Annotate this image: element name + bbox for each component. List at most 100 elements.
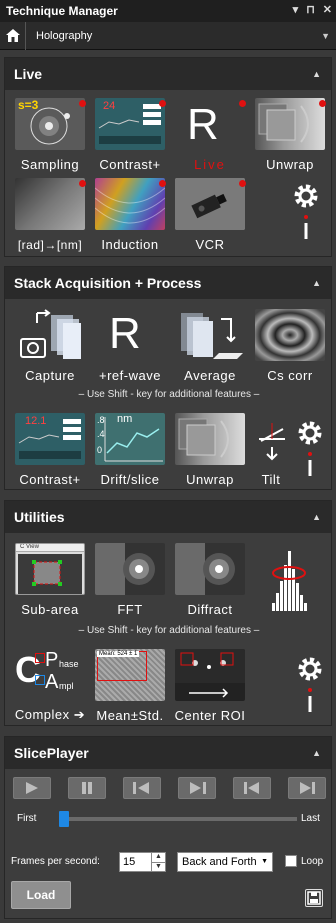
center-roi-button[interactable]: Center ROI — [171, 647, 249, 725]
fft-button[interactable]: FFT — [91, 541, 169, 619]
stack-contrast-button[interactable]: 12.1 Contrast+ — [11, 411, 89, 489]
fft-thumbnail — [95, 543, 165, 595]
live-title: Live — [14, 66, 43, 82]
stack-settings-button[interactable] — [291, 419, 329, 497]
tilt-icon — [259, 423, 285, 461]
stack-contrast-label: Contrast+ — [19, 472, 81, 487]
playback-mode-select[interactable]: Back and Forth ▼ — [177, 852, 273, 872]
fps-stepper[interactable]: 15 ▲ ▼ — [119, 852, 166, 872]
utilities-settings-button[interactable] — [291, 655, 329, 733]
sampling-button[interactable]: s=3 Sampling — [11, 96, 89, 174]
load-label: Load — [26, 888, 56, 902]
slice-slider-thumb[interactable] — [59, 811, 69, 827]
collapse-icon[interactable]: ▲ — [312, 278, 321, 288]
collapse-icon[interactable]: ▲ — [312, 748, 321, 758]
last-label: Last — [301, 813, 320, 824]
live-indicator-dot — [239, 100, 246, 107]
mean-std-button[interactable]: Mean: 524 ± 1 Mean±Std. — [91, 647, 169, 725]
mean-std-overlay: Mean: 524 ± 1 — [97, 651, 140, 657]
stack-unwrap-label: Unwrap — [186, 472, 234, 487]
unwrap-button[interactable]: Unwrap — [251, 96, 329, 174]
go-last-button[interactable] — [288, 777, 326, 799]
sampling-overlay: s=3 — [18, 98, 39, 112]
pin-icon[interactable]: ⊓ — [306, 3, 315, 16]
unwrap-thumbnail — [255, 98, 325, 150]
average-button[interactable]: Average — [171, 307, 249, 385]
contrast-button[interactable]: 24 Contrast+ — [91, 96, 169, 174]
sliceplayer-panel: SlicePlayer ▲ First Last Frames per seco… — [4, 736, 332, 919]
loop-checkbox[interactable] — [285, 855, 297, 867]
utilities-title: Utilities — [14, 509, 65, 525]
gear-icon — [294, 184, 318, 208]
chevron-down-icon: ▼ — [261, 858, 268, 865]
mean-std-thumbnail: Mean: 524 ± 1 — [95, 649, 165, 701]
fft-label: FFT — [117, 602, 143, 617]
load-button[interactable]: Load — [11, 881, 71, 909]
histogram-button[interactable] — [251, 541, 329, 619]
induction-thumbnail — [95, 178, 165, 230]
sub-area-button[interactable]: C View Sub-area — [11, 541, 89, 619]
step-forward-button[interactable] — [178, 777, 216, 799]
sliceplayer-title: SlicePlayer — [14, 745, 89, 761]
play-button[interactable] — [13, 777, 51, 799]
breadcrumb-current[interactable]: Holography — [36, 30, 92, 42]
diffract-thumbnail — [175, 543, 245, 595]
vcr-thumbnail — [175, 178, 245, 230]
mean-std-label: Mean±Std. — [96, 708, 164, 723]
slice-slider-track[interactable] — [59, 811, 297, 827]
rad-to-nm-button[interactable]: [rad]→[nm] — [11, 176, 89, 254]
close-icon[interactable]: ✕ — [323, 3, 332, 16]
fps-label: Frames per second: — [11, 856, 100, 867]
live-indicator-dot — [239, 180, 246, 187]
capture-label: Capture — [25, 368, 75, 383]
live-reference-button[interactable]: R Live — [171, 96, 249, 174]
vcr-button[interactable]: VCR — [171, 176, 249, 254]
rad-to-nm-thumbnail — [15, 178, 85, 230]
fps-up-icon[interactable]: ▲ — [152, 853, 165, 863]
ref-wave-button[interactable]: R +ref-wave — [91, 307, 169, 385]
complex-ampl-text: mpl — [59, 681, 74, 691]
tilt-button[interactable]: Tilt — [251, 411, 291, 489]
fps-input[interactable]: 15 — [120, 853, 151, 871]
live-indicator-dot — [159, 100, 166, 107]
live-label: Live — [194, 157, 226, 172]
induction-button[interactable]: Induction — [91, 176, 169, 254]
live-indicator-dot — [159, 180, 166, 187]
breadcrumb-dropdown-icon[interactable]: ▼ — [321, 31, 330, 41]
home-icon — [5, 29, 20, 42]
sub-area-thumbnail: C View — [15, 543, 85, 595]
shift-key-hint: – Use Shift - key for additional feature… — [78, 389, 260, 400]
go-first-button[interactable] — [233, 777, 271, 799]
step-back-button[interactable] — [123, 777, 161, 799]
complex-p-letter: P — [45, 649, 59, 671]
complex-button[interactable]: C P hase A mpl Complex ➔ — [11, 647, 89, 725]
cs-corr-button[interactable]: Cs corr — [251, 307, 329, 385]
cs-corr-thumbnail — [255, 309, 325, 361]
shift-key-hint: – Use Shift - key for additional feature… — [78, 625, 260, 636]
utilities-header[interactable]: Utilities ▲ — [5, 501, 331, 533]
drift-tick-top: .8 — [97, 415, 105, 425]
collapse-icon[interactable]: ▲ — [312, 69, 321, 79]
menu-dropdown-icon[interactable]: ▾ — [293, 3, 299, 16]
center-roi-thumbnail — [175, 649, 245, 701]
pause-button[interactable] — [68, 777, 106, 799]
ref-wave-label: +ref-wave — [99, 368, 161, 383]
capture-button[interactable]: Capture — [11, 307, 89, 385]
window-titlebar: Technique Manager ▾ ⊓ ✕ — [0, 0, 336, 22]
fps-down-icon[interactable]: ▼ — [152, 863, 165, 872]
collapse-icon[interactable]: ▲ — [312, 512, 321, 522]
diffract-button[interactable]: Diffract — [171, 541, 249, 619]
save-icon — [307, 891, 321, 905]
drift-slice-button[interactable]: .8 .4 0 nm Drift/slice — [91, 411, 169, 489]
save-button[interactable] — [305, 889, 323, 907]
stack-panel: Stack Acquisition + Process ▲ Capture R … — [4, 266, 332, 490]
live-settings-button[interactable] — [287, 182, 325, 260]
home-button[interactable] — [0, 21, 26, 50]
info-icon — [308, 688, 312, 712]
step-forward-icon — [190, 782, 206, 794]
live-indicator-dot — [79, 100, 86, 107]
live-header[interactable]: Live ▲ — [5, 58, 331, 90]
stack-unwrap-button[interactable]: Unwrap — [171, 411, 249, 489]
sliceplayer-header[interactable]: SlicePlayer ▲ — [5, 737, 331, 769]
stack-header[interactable]: Stack Acquisition + Process ▲ — [5, 267, 331, 299]
